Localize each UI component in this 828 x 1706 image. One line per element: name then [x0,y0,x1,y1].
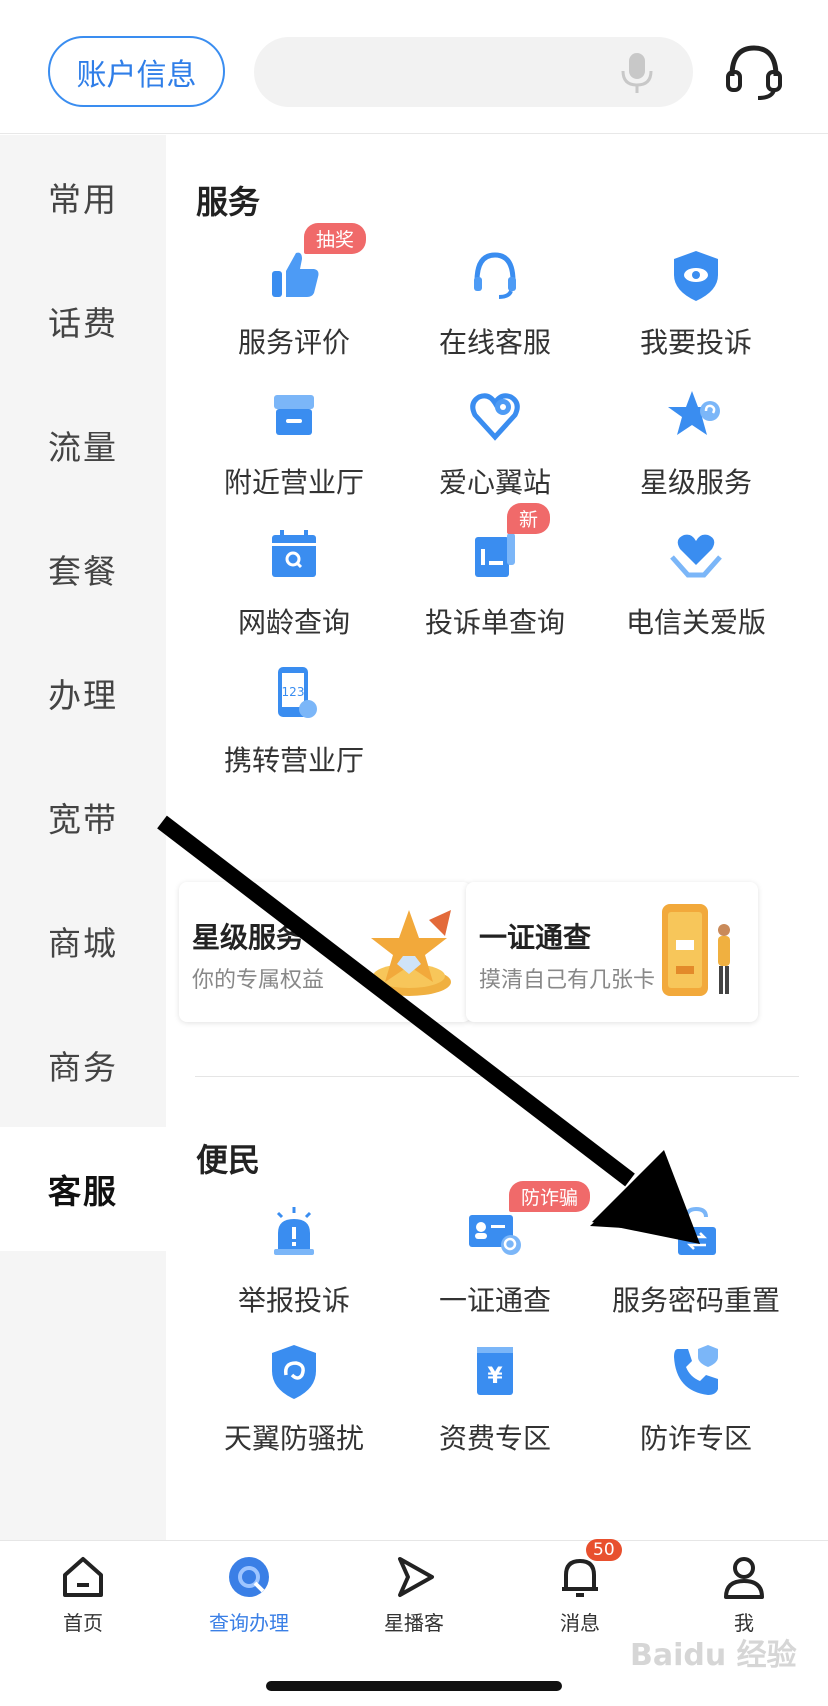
section-title-convenience: 便民 [196,1141,261,1179]
thumbs-up-icon: 抽奖 [264,223,367,305]
unread-badge: 50 [586,1539,622,1561]
account-info-button[interactable]: 账户信息 [48,36,225,107]
item-label: 星级服务 [639,466,752,499]
item-label: 资费专区 [438,1422,551,1455]
bell-icon: 50 [556,1539,622,1601]
sidebar-item-mall[interactable]: 商城 [0,879,166,1003]
star-icon [666,385,726,445]
complaint-item[interactable]: 我要投诉 [596,245,796,361]
phone-person-image [662,904,730,996]
item-label: 天翼防骚扰 [223,1422,364,1455]
item-label: 服务密码重置 [611,1284,780,1317]
item-label: 在线客服 [438,326,551,359]
sidebar-item-common[interactable]: 常用 [0,135,166,259]
nav-label: 首页 [63,1611,103,1635]
item-label: 附近营业厅 [223,466,364,499]
search-input[interactable] [254,37,693,107]
nav-label: 查询办理 [209,1611,289,1635]
lottery-tag: 抽奖 [304,223,367,254]
svg-text:¥: ¥ [487,1364,503,1389]
alarm-icon [264,1203,324,1263]
item-label: 举报投诉 [237,1284,350,1317]
item-label: 投诉单查询 [424,606,565,639]
service-rating-item[interactable]: 抽奖 服务评价 [194,223,394,361]
nav-me[interactable]: 我 [679,1553,809,1636]
nav-home[interactable]: 首页 [18,1553,148,1636]
item-label: 网龄查询 [237,606,350,639]
promo-subtitle: 你的专属权益 [192,968,325,993]
anti-harassment-item[interactable]: 天翼防骚扰 [194,1341,394,1457]
headset-icon [465,245,525,305]
home-indicator[interactable] [266,1681,562,1691]
complaint-query-item[interactable]: 新 投诉单查询 [395,503,595,641]
item-label: 爱心翼站 [438,466,551,499]
star-trophy-image [367,910,451,996]
document-icon: 新 [465,503,551,585]
promo-title: 一证通查 [479,921,592,954]
play-icon [390,1553,438,1601]
id-card-search-icon: 防诈骗 [465,1181,591,1263]
phone-123-icon: 123 [264,663,324,723]
phone-shield-icon [666,1341,726,1401]
shield-eye-icon [666,245,726,305]
nav-label: 消息 [560,1611,600,1635]
anti-fraud-tag: 防诈骗 [509,1181,591,1212]
star-service-item[interactable]: 星级服务 [596,385,796,501]
svg-text:123: 123 [282,685,305,699]
section-title-service: 服务 [196,183,261,221]
promo-subtitle: 摸清自己有几张卡 [479,968,656,993]
sidebar-item-customer-service[interactable]: 客服 [0,1127,166,1251]
nav-query[interactable]: 查询办理 [184,1553,314,1636]
search-icon [225,1553,273,1601]
promo-title: 星级服务 [192,921,305,954]
id-check-promo-card[interactable]: 一证通查 摸清自己有几张卡 [466,882,758,1022]
category-sidebar: 常用 话费 流量 套餐 办理 宽带 商城 商务 客服 [0,135,166,1540]
online-cs-item[interactable]: 在线客服 [395,245,595,361]
item-label: 服务评价 [237,326,350,359]
network-age-item[interactable]: 网龄查询 [194,525,394,641]
shield-swirl-icon [264,1341,324,1401]
nearby-store-item[interactable]: 附近营业厅 [194,385,394,501]
item-label: 电信关爱版 [625,606,766,639]
watermark: Baidu 经验 [630,1638,797,1673]
sidebar-item-phone-bill[interactable]: 话费 [0,259,166,383]
id-check-item[interactable]: 防诈骗 一证通查 [395,1181,595,1319]
item-label: 一证通查 [438,1284,551,1317]
yuan-icon: ¥ [465,1341,525,1401]
nav-star-podcast[interactable]: 星播客 [349,1553,479,1636]
tariff-zone-item[interactable]: ¥ 资费专区 [395,1341,595,1457]
unlock-icon [666,1203,726,1263]
section-divider [195,1076,799,1077]
anti-fraud-zone-item[interactable]: 防诈专区 [596,1341,796,1457]
heart-location-icon [465,385,525,445]
password-reset-item[interactable]: 服务密码重置 [596,1203,796,1319]
sidebar-item-business[interactable]: 商务 [0,1003,166,1127]
sidebar-item-broadband[interactable]: 宽带 [0,755,166,879]
item-label: 我要投诉 [639,326,752,359]
transfer-store-item[interactable]: 123 携转营业厅 [194,663,394,779]
nav-label: 星播客 [384,1611,444,1635]
user-icon [720,1553,768,1601]
new-tag: 新 [507,503,551,534]
nav-messages[interactable]: 50 消息 [515,1539,645,1636]
item-label: 携转营业厅 [223,744,364,777]
sidebar-item-handle[interactable]: 办理 [0,631,166,755]
report-complaint-item[interactable]: 举报投诉 [194,1203,394,1319]
sidebar-item-plan[interactable]: 套餐 [0,507,166,631]
item-label: 防诈专区 [639,1422,752,1455]
heart-hands-icon [666,525,726,585]
calendar-search-icon [264,525,324,585]
care-edition-item[interactable]: 电信关爱版 [596,525,796,641]
customer-service-icon[interactable] [724,42,784,102]
store-icon [264,385,324,445]
content-panel: 服务 抽奖 服务评价 在线客服 我要投诉 附近营业厅 爱心翼站 星级服务 网龄查… [166,135,828,1540]
love-station-item[interactable]: 爱心翼站 [395,385,595,501]
microphone-icon[interactable] [617,51,657,95]
home-icon [59,1553,107,1601]
star-service-promo-card[interactable]: 星级服务 你的专属权益 [179,882,471,1022]
header: 账户信息 [0,0,828,134]
sidebar-item-data[interactable]: 流量 [0,383,166,507]
